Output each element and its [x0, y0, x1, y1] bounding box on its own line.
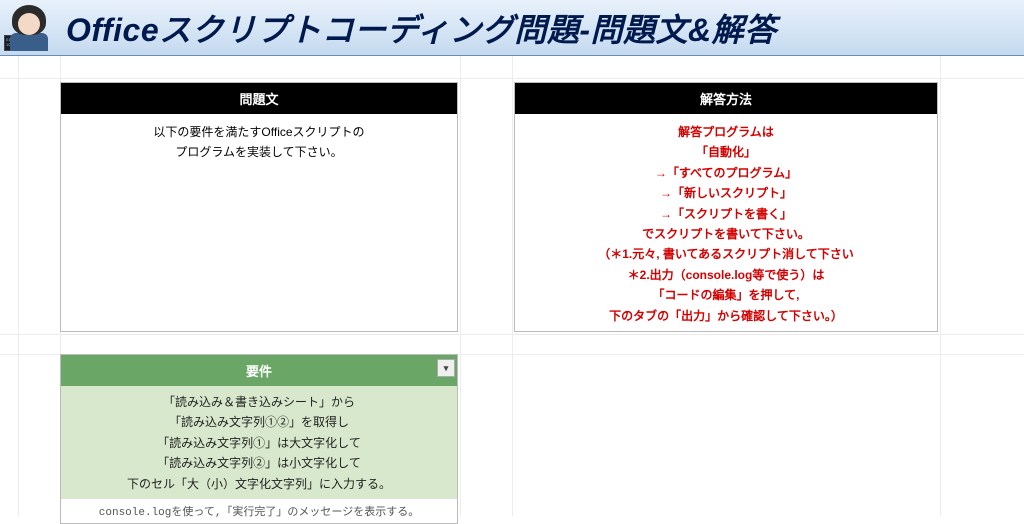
- requirements-line: 「読み込み文字列①」は大文字化して: [65, 433, 453, 453]
- requirements-note: console.logを使って,「実行完了」のメッセージを表示する。: [61, 498, 457, 523]
- page-title: Officeスクリプトコーディング問題-問題文&解答: [66, 5, 777, 51]
- answer-method-line: 下のタブの「出力」から確認して下さい。）: [521, 306, 931, 326]
- answer-method-line: （＊1.元々, 書いてあるスクリプト消して下さい: [521, 244, 931, 264]
- requirements-heading-label: 要件: [246, 364, 272, 379]
- answer-method-line: 解答プログラムは: [521, 122, 931, 142]
- requirements-panel: 要件 ▾ 「読み込み＆書き込みシート」から 「読み込み文字列①②」を取得し 「読…: [60, 354, 458, 524]
- dropdown-icon[interactable]: ▾: [437, 359, 455, 377]
- problem-body: 以下の要件を満たすOfficeスクリプトの プログラムを実装して下さい。: [61, 114, 457, 171]
- answer-method-line: 「コードの編集」を押して,: [521, 285, 931, 305]
- answer-method-panel: 解答方法 解答プログラムは 「自動化」 →「すべてのプログラム」 →「新しいスク…: [514, 82, 938, 332]
- answer-method-line: でスクリプトを書いて下さい。: [521, 224, 931, 244]
- problem-text-line: プログラムを実装して下さい。: [67, 142, 451, 162]
- answer-method-line: →「スクリプトを書く」: [521, 204, 931, 224]
- problem-text-line: 以下の要件を満たすOfficeスクリプトの: [67, 122, 451, 142]
- worksheet-area: 問題文 以下の要件を満たすOfficeスクリプトの プログラムを実装して下さい。…: [0, 56, 1024, 516]
- answer-method-line: →「すべてのプログラム」: [521, 163, 931, 183]
- requirements-body: 「読み込み＆書き込みシート」から 「読み込み文字列①②」を取得し 「読み込み文字…: [61, 386, 457, 498]
- problem-heading: 問題文: [61, 83, 457, 114]
- answer-method-line: 「自動化」: [521, 142, 931, 162]
- requirements-line: 「読み込み文字列①②」を取得し: [65, 412, 453, 432]
- answer-method-body: 解答プログラムは 「自動化」 →「すべてのプログラム」 →「新しいスクリプト」 …: [515, 114, 937, 334]
- requirements-line: 下のセル「大（小）文字化文字列」に入力する。: [65, 474, 453, 494]
- answer-method-heading: 解答方法: [515, 83, 937, 114]
- avatar: 01 1010 11: [4, 3, 54, 53]
- problem-panel: 問題文 以下の要件を満たすOfficeスクリプトの プログラムを実装して下さい。: [60, 82, 458, 332]
- page-header: 01 1010 11 Officeスクリプトコーディング問題-問題文&解答: [0, 0, 1024, 56]
- answer-method-line: ＊2.出力（console.log等で使う）は: [521, 265, 931, 285]
- requirements-line: 「読み込み文字列②」は小文字化して: [65, 453, 453, 473]
- requirements-line: 「読み込み＆書き込みシート」から: [65, 392, 453, 412]
- answer-method-line: →「新しいスクリプト」: [521, 183, 931, 203]
- requirements-heading: 要件 ▾: [61, 355, 457, 386]
